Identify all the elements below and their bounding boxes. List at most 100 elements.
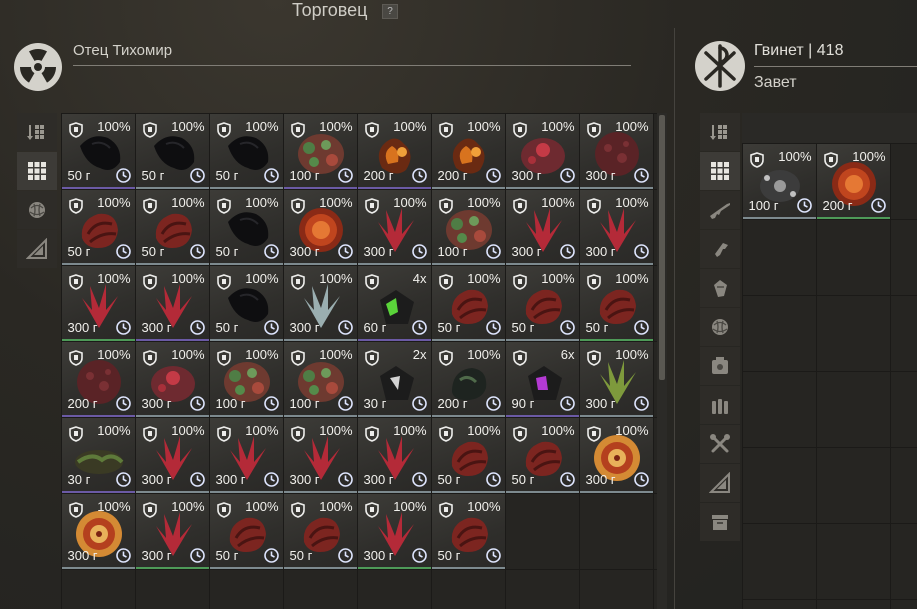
- item-price: 300 г: [289, 243, 320, 259]
- item-slot[interactable]: 100% 300 г: [61, 493, 135, 569]
- item-slot[interactable]: 100% 100 г: [283, 113, 357, 189]
- item-slot[interactable]: 100% 30 г: [61, 417, 135, 493]
- clock-icon: [189, 243, 205, 259]
- item-condition: 100%: [245, 498, 279, 514]
- clock-icon: [485, 395, 501, 411]
- filter-tab-sort-list[interactable]: [17, 113, 57, 151]
- filter-tab-sort-list[interactable]: [700, 113, 740, 151]
- item-slot[interactable]: 100% 300 г: [579, 189, 653, 265]
- shield-icon: [364, 121, 379, 138]
- item-slot[interactable]: 100% 50 г: [209, 265, 283, 341]
- clock-icon: [411, 319, 427, 335]
- filter-tab-tools[interactable]: [700, 425, 740, 463]
- shield-icon: [438, 349, 453, 366]
- item-condition: 100%: [393, 422, 427, 438]
- item-slot[interactable]: 100% 200 г: [431, 113, 505, 189]
- item-price: 200 г: [437, 395, 468, 411]
- clock-icon: [485, 319, 501, 335]
- shield-icon: [68, 121, 83, 138]
- item-slot[interactable]: 100% 100 г: [431, 189, 505, 265]
- item-slot[interactable]: 100% 300 г: [579, 417, 653, 493]
- shield-icon: [216, 121, 231, 138]
- clock-icon: [559, 395, 575, 411]
- item-slot[interactable]: 100% 300 г: [283, 417, 357, 493]
- item-slot[interactable]: 6x 90 г: [505, 341, 579, 417]
- item-slot[interactable]: 100% 300 г: [209, 417, 283, 493]
- trader-scrollbar-thumb[interactable]: [659, 115, 665, 380]
- clock-icon: [189, 471, 205, 487]
- item-slot[interactable]: 100% 50 г: [505, 265, 579, 341]
- help-button[interactable]: ?: [382, 4, 398, 19]
- item-slot[interactable]: 100% 300 г: [505, 189, 579, 265]
- item-slot[interactable]: 100% 300 г: [135, 341, 209, 417]
- item-price: 300 г: [585, 167, 616, 183]
- item-slot[interactable]: 100% 300 г: [135, 417, 209, 493]
- item-slot[interactable]: 100% 50 г: [579, 265, 653, 341]
- item-price: 50 г: [215, 167, 239, 183]
- clock-icon: [633, 471, 649, 487]
- item-slot[interactable]: 4x 60 г: [357, 265, 431, 341]
- item-slot[interactable]: 100% 200 г: [61, 341, 135, 417]
- item-price: 200 г: [437, 167, 468, 183]
- item-price: 200 г: [363, 167, 394, 183]
- item-slot[interactable]: 100% 50 г: [431, 417, 505, 493]
- filter-tab-storage-box[interactable]: [700, 503, 740, 541]
- clock-icon: [263, 167, 279, 183]
- filter-tab-artifact[interactable]: [700, 308, 740, 346]
- item-slot[interactable]: 100% 200 г: [357, 113, 431, 189]
- filter-tab-armor[interactable]: [700, 269, 740, 307]
- item-slot[interactable]: 100% 300 г: [357, 493, 431, 569]
- item-price: 300 г: [67, 547, 98, 563]
- filter-tab-artifact[interactable]: [17, 191, 57, 229]
- item-slot[interactable]: 100% 200 г: [816, 143, 890, 219]
- item-price: 50 г: [215, 319, 239, 335]
- item-slot[interactable]: 100% 300 г: [135, 493, 209, 569]
- item-slot[interactable]: 100% 50 г: [61, 189, 135, 265]
- item-slot[interactable]: 100% 50 г: [431, 493, 505, 569]
- item-slot[interactable]: 100% 50 г: [209, 113, 283, 189]
- shield-icon: [142, 501, 157, 518]
- shield-icon: [586, 197, 601, 214]
- item-slot[interactable]: 100% 300 г: [61, 265, 135, 341]
- item-slot[interactable]: 100% 300 г: [283, 265, 357, 341]
- item-condition: 100%: [393, 118, 427, 134]
- item-slot[interactable]: 100% 300 г: [505, 113, 579, 189]
- item-slot[interactable]: 100% 300 г: [579, 113, 653, 189]
- item-slot[interactable]: 100% 50 г: [431, 265, 505, 341]
- clock-icon: [115, 547, 131, 563]
- filter-tab-blueprint[interactable]: [17, 230, 57, 268]
- item-slot[interactable]: 100% 300 г: [357, 417, 431, 493]
- item-slot[interactable]: 100% 300 г: [579, 341, 653, 417]
- item-slot[interactable]: 100% 50 г: [505, 417, 579, 493]
- shield-icon: [68, 349, 83, 366]
- item-slot[interactable]: 100% 50 г: [61, 113, 135, 189]
- clock-icon: [337, 471, 353, 487]
- clock-icon: [559, 319, 575, 335]
- item-slot[interactable]: 100% 100 г: [283, 341, 357, 417]
- item-slot[interactable]: 100% 100 г: [742, 143, 816, 219]
- item-slot[interactable]: 100% 300 г: [283, 189, 357, 265]
- item-slot[interactable]: 100% 300 г: [135, 265, 209, 341]
- item-slot[interactable]: 100% 50 г: [209, 493, 283, 569]
- item-slot[interactable]: 2x 30 г: [357, 341, 431, 417]
- filter-tab-blueprint[interactable]: [700, 464, 740, 502]
- item-price: 50 г: [215, 243, 239, 259]
- item-condition: 100%: [319, 118, 353, 134]
- filter-tab-grid-view[interactable]: [17, 152, 57, 190]
- filter-tab-ammo[interactable]: [700, 386, 740, 424]
- item-slot[interactable]: 100% 200 г: [431, 341, 505, 417]
- item-slot[interactable]: 100% 50 г: [283, 493, 357, 569]
- filter-tab-pistol[interactable]: [700, 230, 740, 268]
- item-condition: 100%: [541, 194, 575, 210]
- item-slot[interactable]: 100% 50 г: [209, 189, 283, 265]
- filter-tab-rifle[interactable]: [700, 191, 740, 229]
- item-condition: 100%: [615, 270, 649, 286]
- tools-icon: [710, 434, 730, 453]
- filter-tab-grid-view[interactable]: [700, 152, 740, 190]
- item-slot[interactable]: 100% 50 г: [135, 189, 209, 265]
- shield-icon: [364, 501, 379, 518]
- item-slot[interactable]: 100% 300 г: [357, 189, 431, 265]
- item-slot[interactable]: 100% 100 г: [209, 341, 283, 417]
- item-slot[interactable]: 100% 50 г: [135, 113, 209, 189]
- filter-tab-container[interactable]: [700, 347, 740, 385]
